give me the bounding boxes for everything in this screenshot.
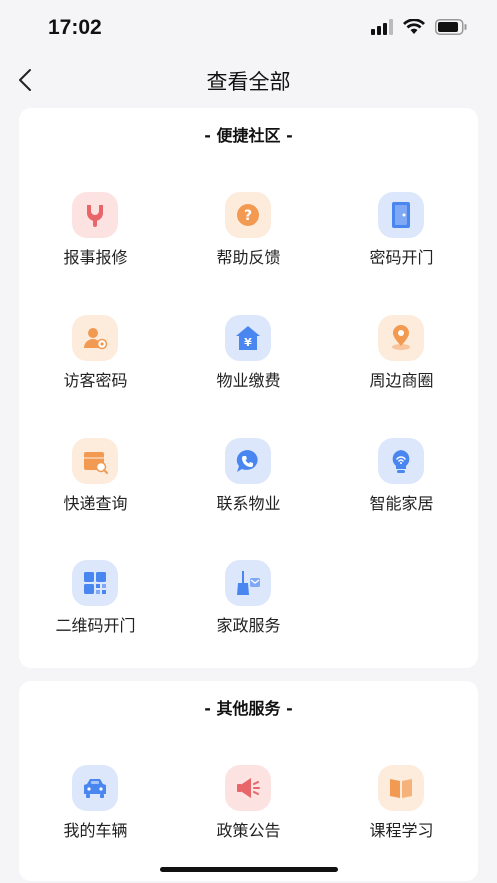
grid-item-label: 物业缴费 <box>216 371 281 390</box>
section-card-other-services: - 其他服务 - 我的车辆 政策公告 课程学习 <box>19 681 478 881</box>
yuan-house-icon: ¥ <box>225 315 271 361</box>
grid-item-label: 联系物业 <box>216 494 281 513</box>
grid-item-label: 访客密码 <box>63 371 128 390</box>
grid-item-nearby-shops[interactable]: 周边商圈 <box>325 315 478 415</box>
grid-item-contact-property[interactable]: 联系物业 <box>172 438 325 538</box>
megaphone-icon <box>225 765 271 811</box>
status-bar: 17:02 <box>0 0 497 56</box>
grid-item-visitor-password[interactable]: 访客密码 <box>19 315 172 415</box>
grid-item-label: 政策公告 <box>216 821 281 840</box>
grid-item-policy-notice[interactable]: 政策公告 <box>172 765 325 865</box>
door-icon <box>378 192 424 238</box>
grid-item-my-vehicle[interactable]: 我的车辆 <box>19 765 172 865</box>
status-icons <box>371 19 467 35</box>
grid-item-label: 家政服务 <box>216 616 281 635</box>
grid-item-express-query[interactable]: 快递查询 <box>19 438 172 538</box>
broom-icon <box>225 560 271 606</box>
grid-item-label: 二维码开门 <box>55 616 136 635</box>
grid-item-label: 周边商圈 <box>369 371 434 390</box>
grid-item-label: 密码开门 <box>369 248 434 267</box>
nav-bar: 查看全部 <box>0 56 497 104</box>
grid-item-password-door[interactable]: 密码开门 <box>325 192 478 292</box>
grid-item-smart-home[interactable]: 智能家居 <box>325 438 478 538</box>
grid-item-report-repair[interactable]: 报事报修 <box>19 192 172 292</box>
qr-code-icon <box>72 560 118 606</box>
home-indicator[interactable] <box>160 867 338 872</box>
section-card-community: - 便捷社区 - 报事报修 ? 帮助反馈 密码开门 访客密码 ¥ 物业缴费 周边… <box>19 108 478 668</box>
grid-item-help-feedback[interactable]: ? 帮助反馈 <box>172 192 325 292</box>
svg-text:?: ? <box>244 208 252 224</box>
grid-item-property-fee[interactable]: ¥ 物业缴费 <box>172 315 325 415</box>
grid-item-label: 报事报修 <box>63 248 128 267</box>
cellular-signal-icon <box>371 19 393 35</box>
grid-item-label: 课程学习 <box>369 821 434 840</box>
svg-text:¥: ¥ <box>244 336 252 349</box>
section-title: - 其他服务 - <box>204 699 293 718</box>
battery-icon <box>435 19 467 35</box>
grid-item-label: 帮助反馈 <box>216 248 281 267</box>
wrench-icon <box>72 192 118 238</box>
status-time: 17:02 <box>48 16 102 39</box>
grid-item-label: 快递查询 <box>63 494 128 513</box>
grid-item-course-learning[interactable]: 课程学习 <box>325 765 478 865</box>
phone-chat-icon <box>225 438 271 484</box>
question-icon: ? <box>225 192 271 238</box>
page-title: 查看全部 <box>206 70 291 94</box>
wifi-icon <box>403 19 425 34</box>
grid-item-label: 我的车辆 <box>63 821 128 840</box>
grid-item-housekeeping[interactable]: 家政服务 <box>172 560 325 660</box>
grid-item-label: 智能家居 <box>369 494 434 513</box>
section-title: - 便捷社区 - <box>204 126 293 145</box>
visitor-icon <box>72 315 118 361</box>
car-icon <box>72 765 118 811</box>
book-icon <box>378 765 424 811</box>
smart-bulb-icon <box>378 438 424 484</box>
grid-item-qr-door[interactable]: 二维码开门 <box>19 560 172 660</box>
location-pin-icon <box>378 315 424 361</box>
package-search-icon <box>72 438 118 484</box>
